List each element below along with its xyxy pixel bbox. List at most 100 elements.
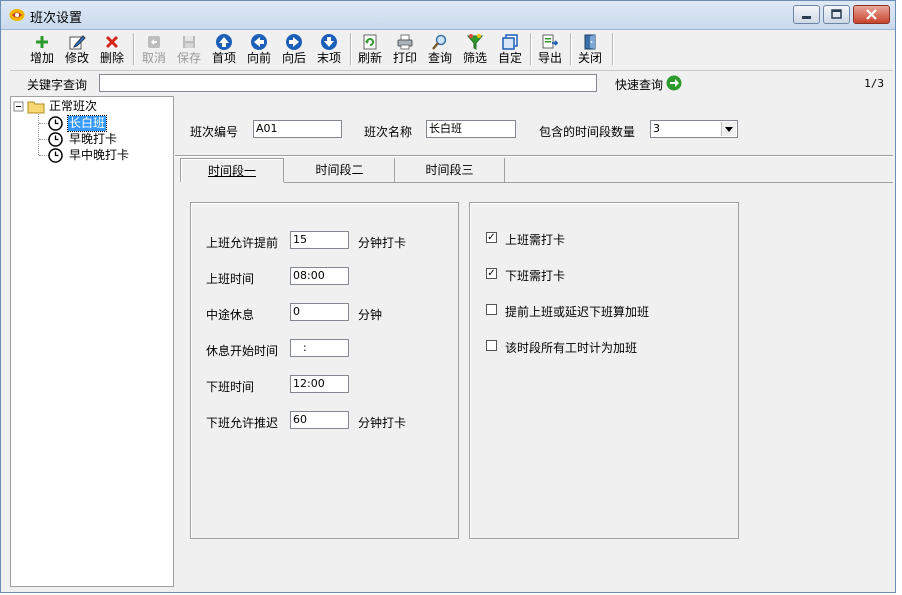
header-divider <box>175 155 893 157</box>
refresh-button[interactable]: 刷新 <box>353 31 387 67</box>
shift-name-label: 班次名称 <box>364 125 413 139</box>
plus-icon <box>36 36 48 48</box>
keyword-search-input[interactable] <box>99 74 597 92</box>
first-record-button[interactable]: 首项 <box>207 31 241 67</box>
early-allowance-input[interactable]: 15 <box>290 231 349 249</box>
end-time-label: 下班时间 <box>206 380 255 394</box>
dropdown-button[interactable] <box>721 122 736 136</box>
maximize-button[interactable] <box>823 5 850 24</box>
segment-count-value: 3 <box>653 122 660 135</box>
break-duration-input[interactable]: 0 <box>290 303 349 321</box>
break-duration-label: 中途休息 <box>206 308 255 322</box>
title-bar[interactable]: 班次设置 <box>1 1 895 30</box>
toolbar-separator <box>612 33 614 65</box>
exit-door-icon <box>584 34 596 50</box>
filter-funnel-icon <box>466 34 484 50</box>
background-window-edge <box>896 0 902 595</box>
arrow-left-icon <box>251 34 267 50</box>
end-time-input[interactable]: 12:00 <box>290 375 349 393</box>
keyword-search-label: 关键字查询 <box>27 78 88 92</box>
early-allowance-unit: 分钟打卡 <box>358 236 407 250</box>
next-record-button[interactable]: 向后 <box>277 31 311 67</box>
clock-out-required-label: 下班需打卡 <box>505 269 566 283</box>
break-start-input[interactable]: : <box>290 339 349 357</box>
toolbar: 增加 修改 删除 取消 保存 首项 向前 向后 末项 刷新 打印 查询 筛选 自… <box>10 29 889 69</box>
customize-button[interactable]: 自定 <box>493 31 527 67</box>
early-allowance-label: 上班允许提前 <box>206 236 279 250</box>
tab-segment-2[interactable]: 时间段二 <box>285 158 395 182</box>
go-arrow-icon[interactable] <box>666 75 682 91</box>
toolbar-separator <box>530 33 532 65</box>
tree-item-label: 早晚打卡 <box>69 132 118 146</box>
filter-button[interactable]: 筛选 <box>458 31 492 67</box>
shift-code-label: 班次编号 <box>190 125 239 139</box>
start-time-input[interactable]: 08:00 <box>290 267 349 285</box>
tab-strip-line <box>284 182 893 183</box>
window-title: 班次设置 <box>30 11 83 26</box>
late-allowance-unit: 分钟打卡 <box>358 416 407 430</box>
shift-detail-panel: 班次编号 A01 班次名称 长白班 包含的时间段数量 3 时间段一 时间段二 时… <box>175 96 893 587</box>
delete-button[interactable]: 删除 <box>95 31 129 67</box>
close-icon <box>866 9 877 20</box>
clock-in-required-label: 上班需打卡 <box>505 233 566 247</box>
last-record-button[interactable]: 末项 <box>312 31 346 67</box>
cancel-icon <box>148 36 160 48</box>
arrow-down-icon <box>321 34 337 50</box>
search-bar: 关键字查询 快速查询 1/3 <box>10 70 893 95</box>
export-button[interactable]: 导出 <box>533 31 567 67</box>
export-icon <box>542 34 559 49</box>
close-button[interactable] <box>853 5 890 24</box>
page-indicator: 1/3 <box>864 77 884 90</box>
punch-options-group: ✓ 上班需打卡 ✓ 下班需打卡 提前上班或延迟下班算加班 该时段所有工时计为加班 <box>469 202 739 539</box>
break-start-label: 休息开始时间 <box>206 344 279 358</box>
clock-out-required-checkbox[interactable]: ✓ <box>486 268 497 279</box>
refresh-icon <box>363 34 377 50</box>
printer-icon <box>397 34 413 50</box>
arrow-up-icon <box>216 34 232 50</box>
collapse-minus-icon[interactable] <box>13 99 24 114</box>
segment-count-label: 包含的时间段数量 <box>539 125 636 139</box>
quick-search-label[interactable]: 快速查询 <box>615 76 663 93</box>
app-logo-icon <box>9 9 25 21</box>
add-button[interactable]: 增加 <box>25 31 59 67</box>
query-button[interactable]: 查询 <box>423 31 457 67</box>
start-time-label: 上班时间 <box>206 272 255 286</box>
early-late-overtime-label: 提前上班或延迟下班算加班 <box>505 305 650 319</box>
print-button[interactable]: 打印 <box>388 31 422 67</box>
shift-code-input[interactable]: A01 <box>253 120 342 138</box>
clock-in-required-checkbox[interactable]: ✓ <box>486 232 497 243</box>
previous-record-button[interactable]: 向前 <box>242 31 276 67</box>
all-hours-overtime-label: 该时段所有工时计为加班 <box>505 341 638 355</box>
tree-item-label: 长白班 <box>66 115 108 132</box>
edit-button[interactable]: 修改 <box>60 31 94 67</box>
shift-settings-window: 班次设置 增加 修改 删除 取消 保存 首项 向前 向后 末项 刷新 打印 查询… <box>0 0 896 593</box>
segment-count-select[interactable]: 3 <box>650 120 738 138</box>
chevron-down-icon <box>725 127 733 132</box>
delete-x-icon <box>105 35 119 49</box>
shift-tree: 正常班次 长白班 早晚打卡 早中晚打卡 <box>10 96 174 587</box>
close-window-button[interactable]: 关闭 <box>573 31 607 67</box>
toolbar-separator <box>570 33 572 65</box>
customize-icon <box>502 34 518 50</box>
arrow-right-icon <box>286 34 302 50</box>
late-allowance-label: 下班允许推迟 <box>206 416 279 430</box>
tree-connector <box>38 111 39 155</box>
clock-icon <box>48 116 63 131</box>
time-settings-group: 上班允许提前 15 分钟打卡 上班时间 08:00 中途休息 0 分钟 休息开始… <box>190 202 459 539</box>
early-late-overtime-checkbox[interactable] <box>486 304 497 315</box>
tab-segment-1[interactable]: 时间段一 <box>180 158 284 182</box>
tab-segment-3[interactable]: 时间段三 <box>395 158 505 182</box>
break-duration-unit: 分钟 <box>358 308 383 322</box>
toolbar-separator <box>350 33 352 65</box>
all-hours-overtime-checkbox[interactable] <box>486 340 497 351</box>
clock-icon <box>48 132 63 147</box>
shift-name-input[interactable]: 长白班 <box>426 120 516 138</box>
minimize-button[interactable] <box>793 5 820 24</box>
minimize-icon <box>802 16 811 19</box>
save-button[interactable]: 保存 <box>172 31 206 67</box>
magnifier-icon <box>432 34 447 50</box>
cancel-button[interactable]: 取消 <box>137 31 171 67</box>
late-allowance-input[interactable]: 60 <box>290 411 349 429</box>
clock-icon <box>48 148 63 163</box>
tree-root-label: 正常班次 <box>49 99 98 113</box>
